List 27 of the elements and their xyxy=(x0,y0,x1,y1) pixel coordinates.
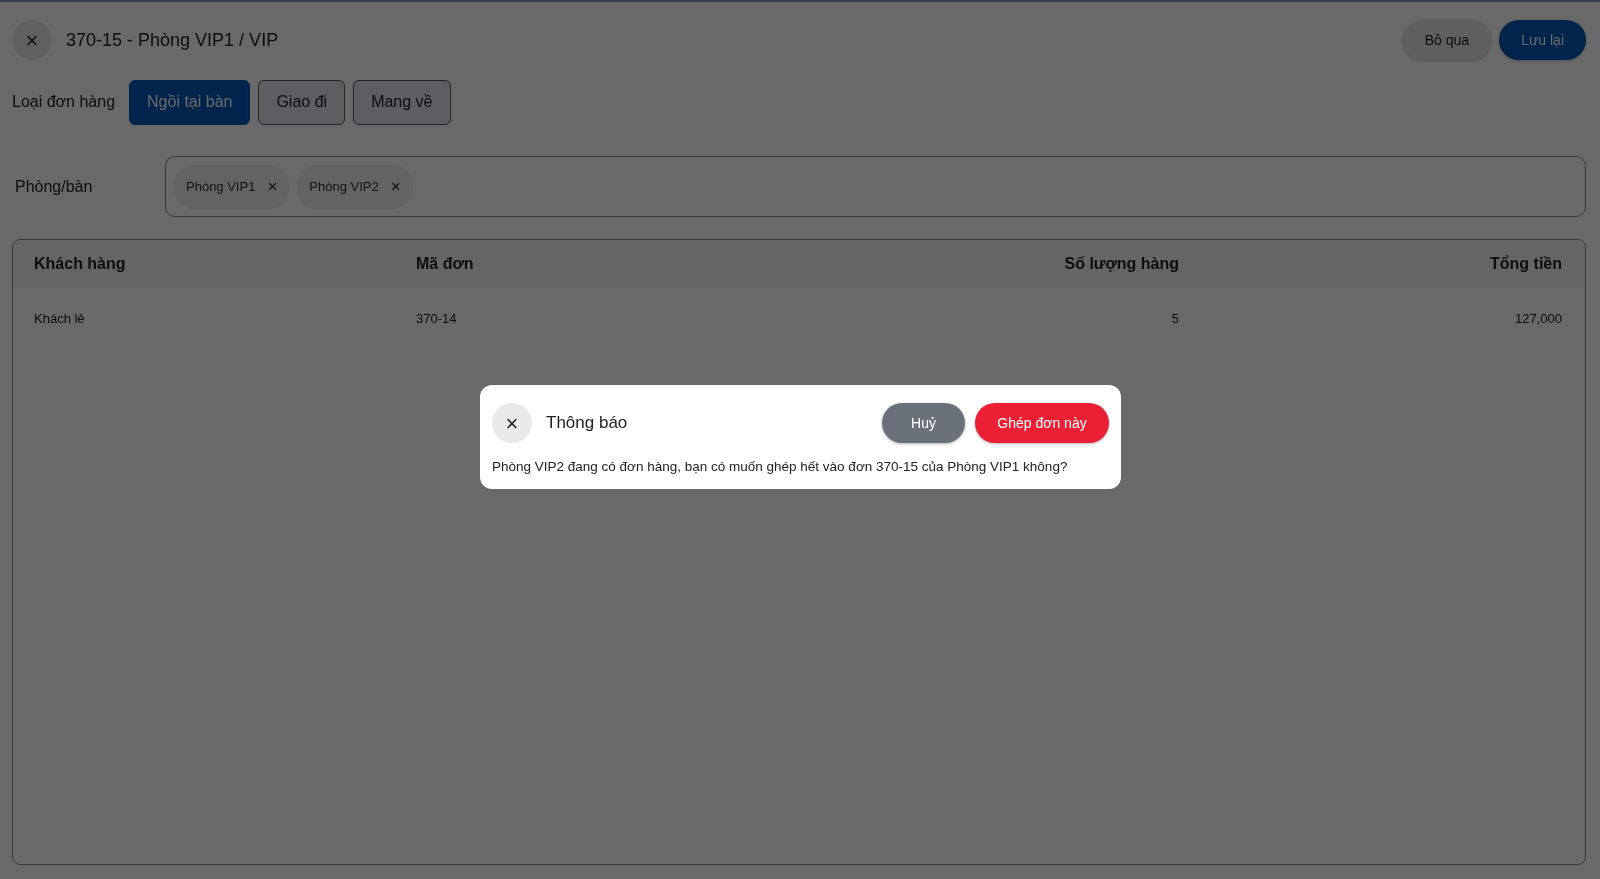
merge-button[interactable]: Ghép đơn này xyxy=(975,403,1109,443)
skip-button[interactable]: Bỏ qua xyxy=(1402,20,1492,60)
order-type-tab[interactable]: Giao đi xyxy=(258,79,346,125)
remove-button[interactable]: × xyxy=(390,178,401,195)
save-button[interactable]: Lưu lại xyxy=(1499,20,1586,60)
table-cell-text: 5 xyxy=(1170,310,1179,329)
table-cell-text: 127,000 xyxy=(1514,310,1562,329)
remove-button[interactable]: × xyxy=(267,178,278,195)
column-header: Khách hàng xyxy=(34,254,127,274)
table-cell-text: 370-14 xyxy=(416,310,458,329)
close-button[interactable]: × xyxy=(492,403,532,443)
room-select-field[interactable]: Phòng VIP1 × Phòng VIP2 × xyxy=(165,156,1586,217)
order-type-tab[interactable]: Mang về xyxy=(353,79,451,125)
order-type-tab[interactable]: Ngồi tại bàn xyxy=(129,79,251,125)
close-button[interactable]: × xyxy=(12,20,52,60)
field-label: Phòng/bàn xyxy=(14,176,94,197)
column-header: Số lượng hàng xyxy=(1063,254,1179,274)
dialog-title: Thông báo xyxy=(546,412,629,435)
column-header: Mã đơn xyxy=(416,254,475,274)
page-title: 370-15 - Phòng VIP1 / VIP xyxy=(66,28,280,52)
field-label: Loại đơn hàng xyxy=(12,92,116,112)
column-header: Tổng tiền xyxy=(1489,254,1562,274)
cancel-button[interactable]: Huỷ xyxy=(882,403,965,443)
chip-label: Phòng VIP2 xyxy=(309,177,379,196)
chip-label: Phòng VIP1 xyxy=(186,177,256,196)
table-cell-text: Khách lẻ xyxy=(34,310,86,329)
dialog-message: Phòng VIP2 đang có đơn hàng, bạn có muốn ghép hết vào đơn 370-15 của Phòng VIP1 không? xyxy=(492,458,1069,476)
